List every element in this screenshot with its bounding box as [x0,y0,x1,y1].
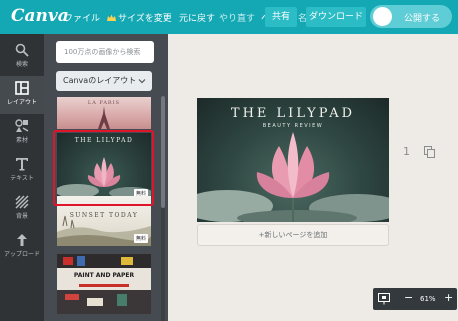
rail-item-elements[interactable]: 素材 [0,114,44,152]
layout-icon [15,81,29,95]
resize-menu[interactable]: サイズを変更 [107,11,172,24]
thumb-title: SUNSET TODAY [69,212,139,219]
tool-rail: 検索 レイアウト 素材 テキスト 背景 アップロード [0,34,44,321]
thumb-title: PAINT AND PAPER [73,272,135,279]
rail-item-text[interactable]: テキスト [0,152,44,190]
page-number: 1 [403,145,410,158]
upload-icon [17,234,27,246]
rail-label: 背景 [15,213,28,220]
background-icon [15,195,29,209]
free-badge: 無料 [133,234,148,243]
rail-item-background[interactable]: 背景 [0,190,44,228]
file-menu[interactable]: ファイル [64,11,100,24]
redo-button[interactable]: やり直す [219,11,255,24]
rail-label: 検索 [15,61,28,68]
layout-category-label: Canvaのレイアウト [63,76,137,85]
text-icon [16,158,28,171]
layout-thumb-paris[interactable]: LA PARIS [57,97,151,129]
layout-thumb-paint[interactable]: PAINT AND PAPER [57,254,151,314]
resize-label: サイズを変更 [118,14,172,24]
zoom-level[interactable]: 61% [420,295,436,303]
paint-supplies-image [57,254,151,314]
layout-thumb-lilypad[interactable]: THE LILYPAD 無料 [57,133,151,201]
zoom-bar: − 61% + [373,288,457,310]
search-icon [15,43,29,57]
chevron-down-icon [138,79,146,84]
zoom-out-button[interactable]: − [404,291,413,304]
top-bar: Canva ファイル サイズを変更 元に戻す やり直す へ 名前 共有 ダウンロ… [0,0,458,34]
canva-logo[interactable]: Canva [11,6,69,26]
layout-thumb-sunset[interactable]: SUNSET TODAY 無料 [57,196,151,246]
add-page-button[interactable]: +新しいページを追加 [197,224,389,246]
panel-scrollbar[interactable] [161,96,165,321]
rail-item-layout[interactable]: レイアウト [0,76,44,114]
eiffel-tower-image [98,106,110,129]
thumb-title: THE LILYPAD [74,137,134,144]
design-title[interactable]: THE LILYPAD [197,106,389,121]
rail-label: レイアウト [6,99,37,106]
publish-toggle[interactable] [373,7,392,26]
search-input[interactable]: 100万点の画像から検索 [56,41,154,63]
design-page[interactable]: THE LILYPAD BEAUTY REVIEW [197,98,389,222]
layout-panel: 100万点の画像から検索 Canvaのレイアウト LA PARIS THE LI… [44,34,168,321]
download-button[interactable]: ダウンロード [306,7,366,27]
undo-button[interactable]: 元に戻す [179,11,215,24]
publish-label: 公開する [404,14,441,24]
crown-icon [107,14,116,21]
share-button[interactable]: 共有 [265,7,297,27]
present-icon[interactable] [378,293,390,305]
scrollbar-thumb[interactable] [161,96,165,208]
copy-page-icon[interactable] [424,146,435,158]
elements-icon [15,119,29,132]
rail-item-upload[interactable]: アップロード [0,228,44,266]
rail-label: テキスト [10,175,34,182]
zoom-in-button[interactable]: + [444,291,453,304]
canvas-workspace: THE LILYPAD BEAUTY REVIEW 1 +新しいページを追加 −… [168,34,458,321]
rail-item-search[interactable]: 検索 [0,38,44,76]
rail-label: アップロード [3,251,40,258]
design-subtitle[interactable]: BEAUTY REVIEW [197,123,389,129]
rail-label: 素材 [15,137,28,144]
publish-button[interactable]: 公開する [370,5,452,28]
layout-category-select[interactable]: Canvaのレイアウト [56,71,152,91]
